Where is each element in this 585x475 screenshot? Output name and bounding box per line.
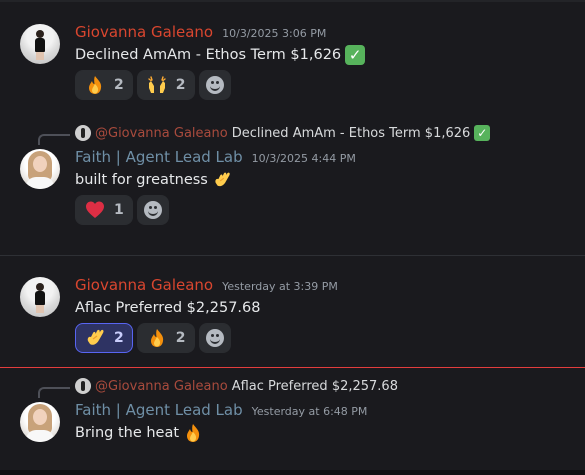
message-content: Aflac Preferred $2,257.68	[75, 297, 260, 319]
author-name[interactable]: Giovanna Galeano	[75, 23, 213, 41]
add-reaction-button[interactable]	[136, 195, 169, 225]
avatar[interactable]	[20, 402, 60, 442]
author-name[interactable]: Faith | Agent Lead Lab	[75, 401, 243, 419]
message-text: Declined AmAm - Ethos Term $1,626	[75, 47, 342, 63]
raising-hands-icon	[146, 74, 168, 96]
red-heart-icon	[84, 199, 106, 221]
chat-bottom-edge	[0, 470, 585, 475]
reaction-count: 2	[114, 330, 124, 346]
reaction-count: 2	[175, 330, 186, 346]
reply-text: Declined AmAm - Ethos Term $1,626	[231, 125, 471, 141]
reaction-count: 2	[175, 77, 186, 93]
fire-icon	[84, 74, 106, 96]
message-header: Faith | Agent Lead Lab 10/3/2025 4:44 PM	[75, 148, 356, 168]
avatar[interactable]	[20, 24, 60, 64]
reply-preview[interactable]: @Giovanna Galeano Aflac Preferred $2,257…	[75, 377, 398, 395]
timestamp[interactable]: 10/3/2025 4:44 PM	[252, 152, 356, 165]
add-reaction-icon	[143, 201, 162, 219]
timestamp[interactable]: Yesterday at 3:39 PM	[222, 280, 338, 293]
reply-avatar	[75, 378, 91, 394]
avatar[interactable]	[20, 149, 60, 189]
reaction-call-me-hand[interactable]: 2	[75, 323, 133, 353]
message-header: Giovanna Galeano 10/3/2025 3:06 PM	[75, 23, 326, 43]
channel-top-edge	[0, 0, 585, 2]
message-header: Giovanna Galeano Yesterday at 3:39 PM	[75, 276, 338, 296]
reply-spine	[38, 387, 70, 398]
reply-preview[interactable]: @Giovanna Galeano Declined AmAm - Ethos …	[75, 124, 491, 142]
message-content: Bring the heat	[75, 422, 203, 444]
reply-text: Aflac Preferred $2,257.68	[231, 378, 398, 394]
reaction-bar: 2 2	[75, 323, 231, 353]
author-name[interactable]: Giovanna Galeano	[75, 276, 213, 294]
check-mark-icon: ✓	[474, 125, 491, 141]
reply-author: @Giovanna Galeano	[95, 125, 228, 141]
reaction-raising-hands[interactable]: 2	[136, 70, 195, 100]
timestamp[interactable]: Yesterday at 6:48 PM	[252, 405, 368, 418]
call-me-hand-icon	[212, 170, 232, 190]
reaction-count: 2	[114, 77, 124, 93]
reaction-fire[interactable]: 2	[75, 70, 133, 100]
reply-spine	[38, 134, 70, 145]
message-text: Aflac Preferred $2,257.68	[75, 300, 261, 316]
avatar[interactable]	[20, 277, 60, 317]
fire-icon	[146, 327, 168, 349]
message-content: built for greatness	[75, 169, 232, 191]
reply-avatar	[75, 125, 91, 141]
add-reaction-icon	[205, 76, 224, 94]
message-divider	[0, 255, 585, 256]
reply-author: @Giovanna Galeano	[95, 378, 228, 394]
message-content: Declined AmAm - Ethos Term $1,626 ✓	[75, 44, 366, 66]
reaction-bar: 1	[75, 195, 169, 225]
reaction-fire[interactable]: 2	[136, 323, 195, 353]
message-text: built for greatness	[75, 172, 208, 188]
reaction-count: 1	[114, 202, 124, 218]
author-name[interactable]: Faith | Agent Lead Lab	[75, 148, 243, 166]
timestamp[interactable]: 10/3/2025 3:06 PM	[222, 27, 326, 40]
check-mark-icon: ✓	[345, 45, 366, 65]
add-reaction-icon	[205, 329, 224, 347]
new-messages-divider	[0, 367, 585, 368]
call-me-hand-icon	[84, 327, 106, 349]
fire-icon	[183, 423, 203, 443]
reaction-bar: 2 2	[75, 70, 231, 100]
message-text: Bring the heat	[75, 425, 180, 441]
add-reaction-button[interactable]	[198, 70, 231, 100]
message-header: Faith | Agent Lead Lab Yesterday at 6:48…	[75, 401, 367, 421]
reaction-heart[interactable]: 1	[75, 195, 133, 225]
add-reaction-button[interactable]	[198, 323, 231, 353]
